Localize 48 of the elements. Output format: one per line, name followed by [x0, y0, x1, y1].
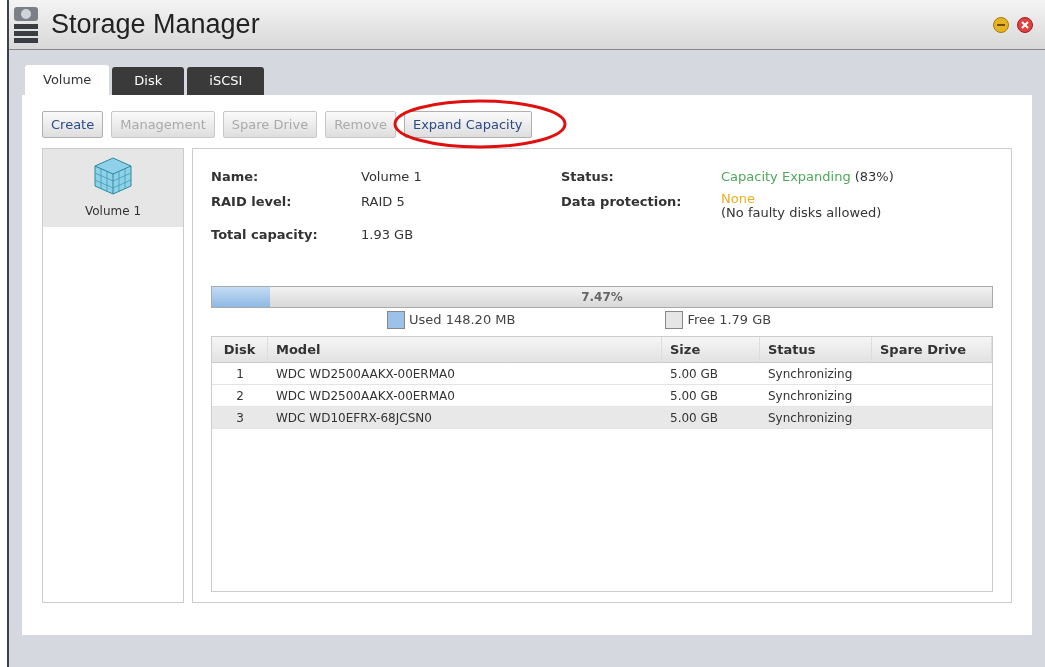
- table-cell-text: WDC WD10EFRX-68JCSN0: [275, 409, 433, 427]
- column-header[interactable]: Spare Drive: [872, 337, 992, 362]
- cube-icon: [93, 156, 133, 196]
- free-legend: Free 1.79 GB: [687, 310, 772, 330]
- toolbar-button[interactable]: Expand Capacity: [403, 111, 532, 138]
- table-cell-text: Synchronizing: [767, 387, 854, 405]
- column-header[interactable]: Model: [268, 337, 662, 362]
- column-header[interactable]: Size: [662, 337, 760, 362]
- window-title: Storage Manager: [51, 8, 260, 42]
- table-row[interactable]: 3 WDC WD10EFRX-68JCSN0 5.00 GB Synchronizing: [212, 407, 992, 429]
- field-label: Status:: [561, 168, 615, 186]
- volume-label: Volume 1: [84, 203, 142, 220]
- close-button[interactable]: [1017, 16, 1033, 33]
- table-cell-text: 5.00 GB: [669, 409, 720, 427]
- close-icon: [1021, 20, 1029, 29]
- column-header[interactable]: Status: [760, 337, 872, 362]
- minimize-button[interactable]: [993, 16, 1009, 33]
- tab[interactable]: Volume: [25, 65, 110, 95]
- table-cell-text: WDC WD2500AAKX-00ERMA0: [275, 365, 456, 383]
- volume-item[interactable]: Volume 1: [43, 149, 183, 227]
- table-cell-text: 3: [235, 409, 245, 427]
- table-cell-text: 5.00 GB: [669, 387, 720, 405]
- used-swatch: [387, 311, 405, 329]
- usage-percent: 7.47%: [580, 289, 624, 306]
- column-header[interactable]: Disk: [212, 337, 268, 362]
- used-legend: Used 148.20 MB: [409, 310, 516, 330]
- free-swatch: [665, 311, 684, 329]
- field-label: RAID level:: [211, 192, 293, 211]
- tab[interactable]: Disk: [112, 67, 185, 95]
- field-value: RAID 5: [361, 192, 406, 211]
- status-percent: (83%): [854, 168, 894, 186]
- protection-value: None: [721, 191, 756, 206]
- table-cell-text: 5.00 GB: [669, 365, 720, 383]
- table-cell-text: 1: [235, 365, 245, 383]
- field-label: Data protection:: [561, 192, 683, 211]
- protection-note: (No faulty disks allowed): [721, 205, 883, 220]
- table-cell-text: 2: [235, 387, 245, 405]
- table-cell-text: Synchronizing: [767, 365, 854, 383]
- table-cell-text: Synchronizing: [767, 409, 854, 427]
- field-value: Volume 1: [361, 168, 423, 186]
- status-value: Capacity Expanding: [721, 168, 851, 186]
- table-cell-text: WDC WD2500AAKX-00ERMA0: [275, 387, 456, 405]
- field-label: Name:: [211, 168, 260, 186]
- server-icon: [13, 4, 39, 45]
- field-value: 1.93 GB: [361, 225, 415, 244]
- field-label: Total capacity:: [211, 225, 319, 244]
- tab[interactable]: iSCSI: [187, 67, 265, 95]
- toolbar-button[interactable]: Create: [42, 111, 104, 138]
